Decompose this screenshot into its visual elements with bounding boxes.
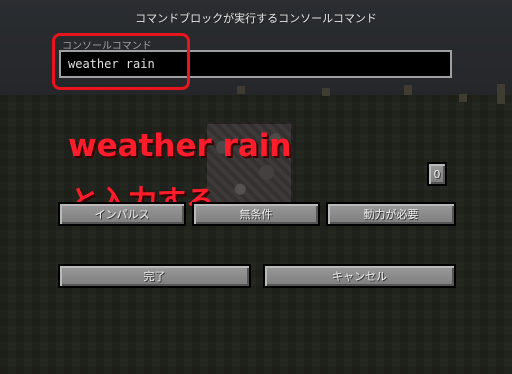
- cancel-button[interactable]: キャンセル: [263, 264, 456, 288]
- block-type-button[interactable]: インパルス: [58, 202, 186, 226]
- highlight-box: [52, 33, 190, 90]
- annotation-command-text: weather rain: [68, 128, 292, 164]
- done-button[interactable]: 完了: [58, 264, 251, 288]
- success-count-button[interactable]: 0: [427, 162, 447, 186]
- condition-button[interactable]: 無条件: [192, 202, 320, 226]
- redstone-mode-button[interactable]: 動力が必要: [326, 202, 456, 226]
- screen-title: コマンドブロックが実行するコンソールコマンド: [135, 12, 377, 25]
